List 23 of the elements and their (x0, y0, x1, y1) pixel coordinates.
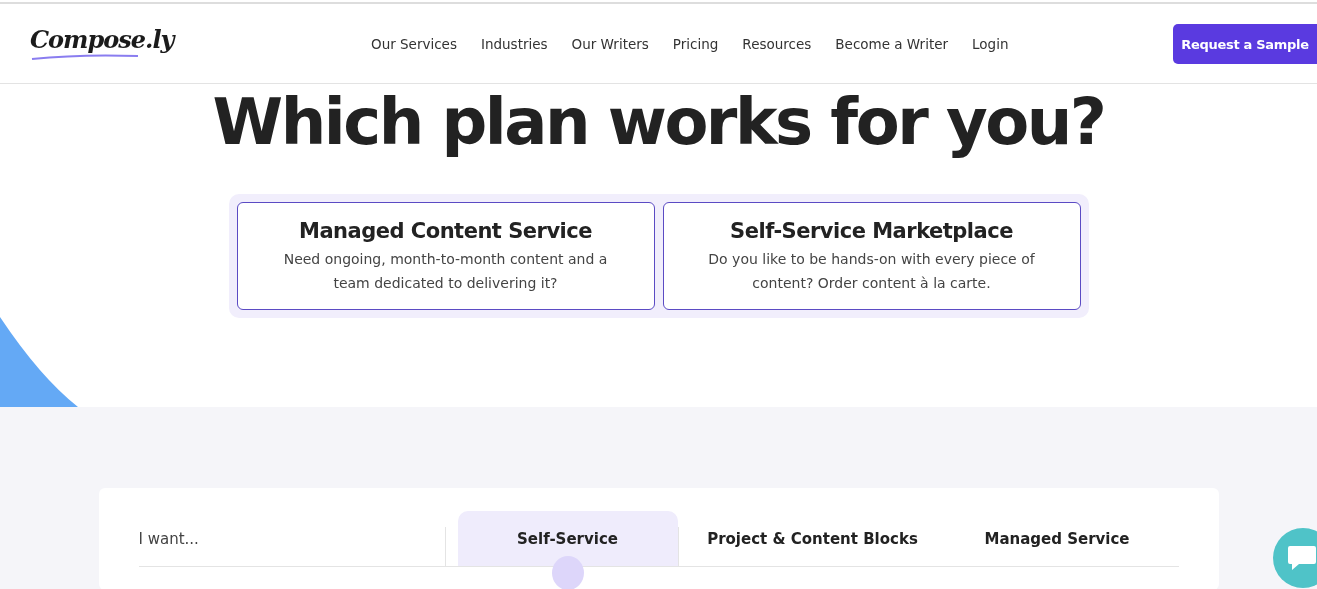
column-header: I want... (138, 528, 200, 550)
logo[interactable]: Compose.ly (30, 27, 270, 52)
column-marker (551, 556, 584, 589)
plan-title: Self-Service Marketplace (730, 219, 1013, 243)
page-heading: Which plan works for you? (212, 86, 1105, 158)
plan-card[interactable]: Self-Service Marketplace Do you like to be hands-on with every piece of content? Order content à la carte. (662, 202, 1081, 310)
nav-link[interactable]: Pricing (660, 35, 731, 52)
nav-link[interactable]: Login (960, 35, 1021, 52)
column-header: Managed Service (983, 528, 1131, 550)
plan-card[interactable]: Managed Content Service Need ongoing, month-to-month content and a team dedicated to delivering it? (236, 202, 655, 310)
nav-link[interactable]: Resources (730, 35, 824, 52)
nav-link[interactable]: Become a Writer (823, 35, 961, 52)
request-sample-button[interactable]: Request a Sample (1173, 24, 1317, 64)
column-header: Project & Content Blocks (706, 528, 919, 550)
plan-description: Do you like to be hands-on with every piece of content? Order content à la carte. (707, 250, 1036, 293)
nav-link[interactable]: Our Services (359, 35, 469, 52)
nav-link[interactable]: Our Writers (559, 35, 661, 52)
plan-title: Managed Content Service (299, 219, 592, 243)
chat-icon (1287, 544, 1317, 572)
chat-button[interactable] (1273, 528, 1317, 588)
nav-link[interactable]: Industries (468, 35, 560, 52)
logo-swoosh-icon (30, 53, 140, 60)
plan-description: Need ongoing, month-to-month content and a team dedicated to delivering it? (282, 250, 609, 293)
